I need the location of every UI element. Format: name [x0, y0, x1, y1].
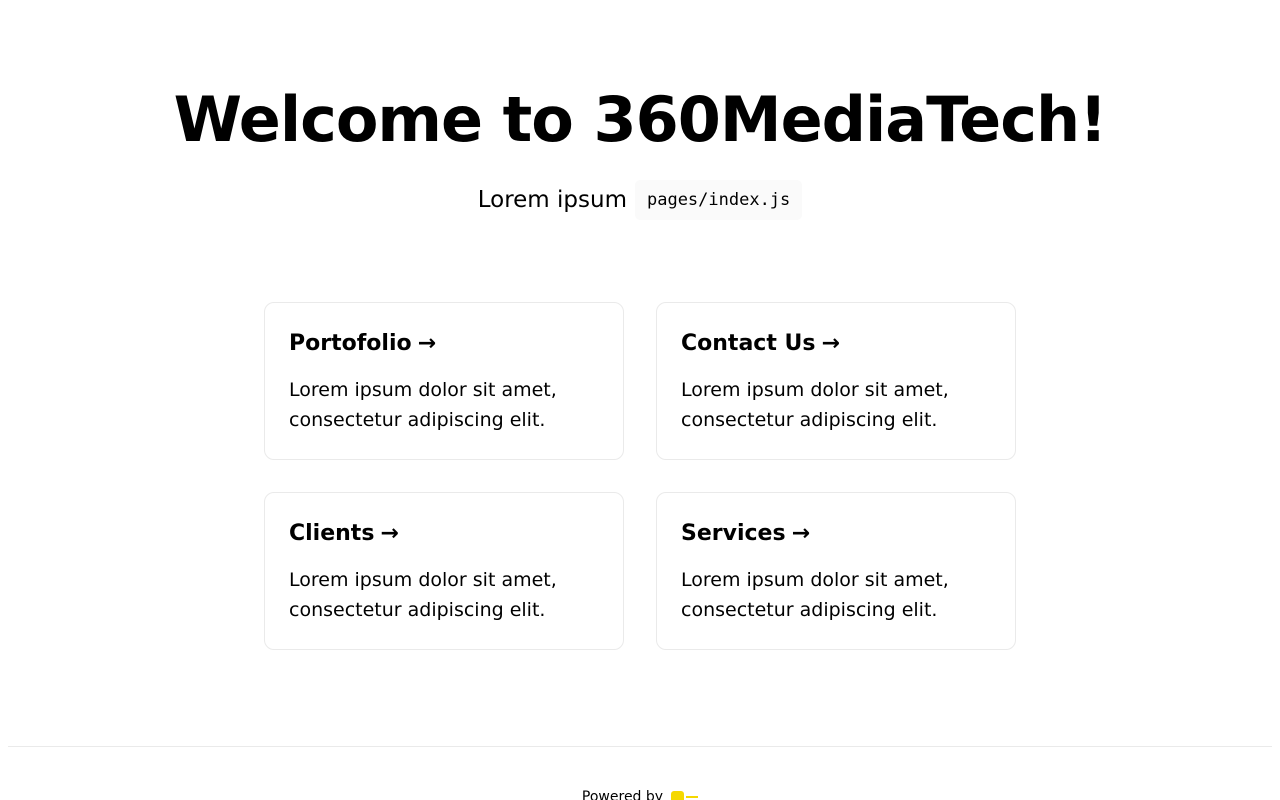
footer: Powered by — [8, 746, 1272, 800]
card-description: Lorem ipsum dolor sit amet, consectetur … — [289, 379, 557, 431]
card-description: Lorem ipsum dolor sit amet, consectetur … — [681, 569, 949, 621]
card-title: Services → — [681, 519, 991, 549]
card-portofolio[interactable]: Portofolio → Lorem ipsum dolor sit amet,… — [264, 302, 624, 460]
page: Welcome to 360MediaTech! Lorem ipsum pag… — [0, 0, 1280, 800]
vercel-logo-icon — [671, 790, 699, 800]
card-description: Lorem ipsum dolor sit amet, consectetur … — [681, 379, 949, 431]
card-title: Clients → — [289, 519, 599, 549]
arrow-right-icon: → — [417, 331, 437, 356]
card-clients[interactable]: Clients → Lorem ipsum dolor sit amet, co… — [264, 492, 624, 650]
card-title: Portofolio → — [289, 329, 599, 359]
arrow-right-icon: → — [791, 521, 810, 546]
card-contact-us[interactable]: Contact Us → Lorem ipsum dolor sit amet,… — [656, 302, 1016, 460]
card-grid: Portofolio → Lorem ipsum dolor sit amet,… — [264, 302, 1016, 650]
logo-mark — [671, 790, 685, 800]
powered-by-link[interactable]: Powered by — [8, 789, 1272, 800]
subtitle-code: pages/index.js — [634, 180, 803, 220]
arrow-right-icon: → — [380, 521, 399, 546]
logo-wordmark — [686, 796, 699, 798]
card-services[interactable]: Services → Lorem ipsum dolor sit amet, c… — [656, 492, 1016, 650]
card-title-text: Portofolio — [289, 331, 412, 356]
powered-by-text: Powered by — [581, 789, 664, 800]
arrow-right-icon: → — [821, 331, 840, 356]
subtitle-text: Lorem ipsum — [477, 187, 627, 213]
page-subtitle: Lorem ipsum pages/index.js — [0, 180, 1280, 220]
card-description: Lorem ipsum dolor sit amet, consectetur … — [289, 569, 557, 621]
page-title: Welcome to 360MediaTech! — [173, 83, 1108, 156]
card-title-text: Clients — [289, 521, 375, 546]
card-title: Contact Us → — [681, 329, 991, 359]
card-title-text: Services — [681, 521, 786, 546]
card-title-text: Contact Us — [681, 331, 816, 356]
